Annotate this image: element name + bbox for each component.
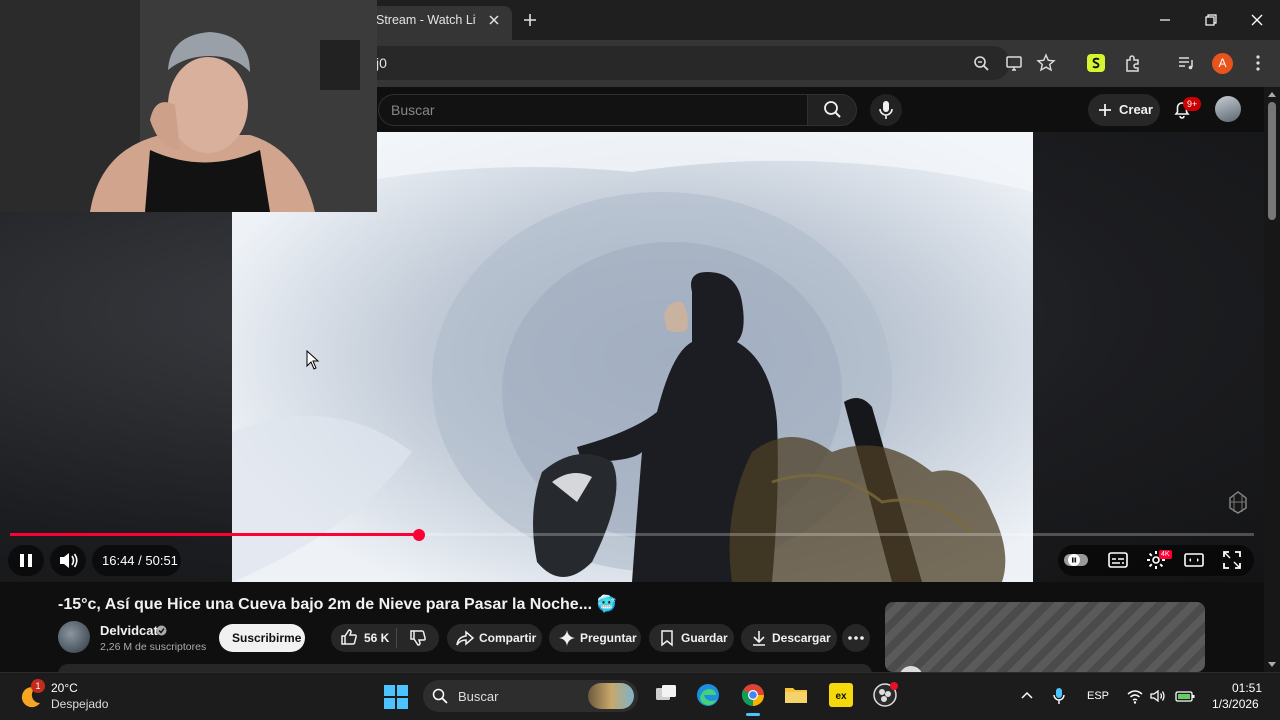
windows-start-icon[interactable] bbox=[383, 684, 409, 710]
scroll-up-icon[interactable] bbox=[1267, 90, 1277, 98]
weather-description[interactable]: Despejado bbox=[51, 697, 108, 711]
task-view-icon[interactable] bbox=[653, 682, 679, 708]
ask-label: Preguntar bbox=[580, 631, 637, 645]
sparkle-icon bbox=[557, 628, 577, 648]
share-icon bbox=[455, 628, 475, 648]
quality-badge: 4K bbox=[1159, 550, 1172, 559]
chrome-browser-icon[interactable] bbox=[740, 682, 766, 708]
notifications-badge: 9+ bbox=[1183, 97, 1202, 111]
sidebar-card[interactable] bbox=[885, 602, 1205, 672]
tab-title: Stream - Watch Live bbox=[376, 13, 476, 27]
user-avatar[interactable] bbox=[1215, 96, 1241, 122]
download-icon bbox=[749, 628, 769, 648]
minimize-icon[interactable] bbox=[1153, 8, 1177, 32]
time-display: 16:44 / 50:51 bbox=[102, 553, 178, 568]
weather-temperature[interactable]: 20°C bbox=[51, 681, 78, 695]
search-placeholder: Buscar bbox=[391, 102, 435, 118]
create-label: Crear bbox=[1119, 102, 1153, 117]
browser-menu-icon[interactable] bbox=[1247, 52, 1269, 74]
clock-time[interactable]: 01:51 bbox=[1232, 681, 1262, 695]
close-window-icon[interactable] bbox=[1245, 8, 1269, 32]
svg-text:ex: ex bbox=[835, 691, 847, 702]
bookmark-star-icon[interactable] bbox=[1035, 52, 1057, 74]
volume-button[interactable] bbox=[50, 545, 86, 576]
pause-button[interactable] bbox=[8, 545, 44, 576]
progress-scrubber[interactable] bbox=[413, 529, 425, 541]
extensions-puzzle-icon[interactable] bbox=[1122, 52, 1144, 74]
weather-badge: 1 bbox=[31, 679, 45, 693]
subtitles-icon[interactable] bbox=[1106, 548, 1130, 572]
more-actions-button[interactable] bbox=[842, 624, 870, 652]
search-highlight-image bbox=[588, 683, 634, 709]
microphone-icon[interactable] bbox=[1051, 686, 1067, 706]
speaker-icon[interactable] bbox=[1149, 687, 1167, 705]
subscribe-label: Suscribirme bbox=[232, 631, 302, 645]
address-bar[interactable] bbox=[360, 46, 1010, 80]
show-hidden-icons-icon[interactable] bbox=[1019, 688, 1035, 704]
obs-studio-icon[interactable] bbox=[872, 682, 898, 708]
save-bookmark-icon bbox=[657, 628, 677, 648]
taskbar-search-icon bbox=[431, 687, 449, 705]
scroll-down-icon[interactable] bbox=[1267, 661, 1277, 669]
restore-icon[interactable] bbox=[1199, 8, 1223, 32]
channel-name[interactable]: Delvidcat bbox=[100, 623, 158, 638]
download-label: Descargar bbox=[772, 631, 831, 645]
autoplay-toggle-icon[interactable] bbox=[1062, 548, 1090, 572]
dislike-icon[interactable] bbox=[408, 628, 428, 648]
progress-played bbox=[10, 533, 419, 536]
tab-close-icon[interactable] bbox=[486, 12, 502, 28]
share-label: Compartir bbox=[479, 631, 537, 645]
subscriber-count: 2,26 M de suscriptores bbox=[100, 641, 207, 653]
verified-badge-icon bbox=[156, 625, 167, 636]
wifi-icon[interactable] bbox=[1126, 687, 1144, 705]
save-label: Guardar bbox=[681, 631, 728, 645]
url-text: j0 bbox=[376, 55, 387, 71]
channel-watermark-icon[interactable] bbox=[1224, 488, 1252, 516]
file-explorer-icon[interactable] bbox=[783, 682, 809, 708]
battery-icon[interactable] bbox=[1174, 687, 1196, 705]
like-count[interactable]: 56 K bbox=[364, 631, 389, 645]
media-controls-icon[interactable] bbox=[1175, 52, 1197, 74]
exchange-app-icon[interactable]: ex bbox=[828, 682, 854, 708]
fullscreen-icon[interactable] bbox=[1220, 548, 1244, 572]
scrollbar-thumb[interactable] bbox=[1268, 102, 1276, 220]
taskbar-search-label: Buscar bbox=[458, 689, 499, 704]
voice-search-button[interactable] bbox=[870, 94, 902, 126]
extension-s-icon[interactable] bbox=[1085, 52, 1107, 74]
zoom-icon[interactable] bbox=[970, 52, 992, 74]
video-title: -15°c, Así que Hice una Cueva bajo 2m de… bbox=[58, 596, 617, 613]
search-input[interactable] bbox=[378, 94, 808, 126]
cast-icon[interactable] bbox=[1003, 52, 1025, 74]
clock-date[interactable]: 1/3/2026 bbox=[1212, 697, 1259, 711]
edge-browser-icon[interactable] bbox=[695, 682, 721, 708]
theater-mode-icon[interactable] bbox=[1182, 548, 1206, 572]
mouse-cursor-icon bbox=[306, 350, 320, 370]
channel-avatar[interactable] bbox=[58, 621, 90, 653]
like-icon[interactable] bbox=[339, 627, 359, 647]
new-tab-icon[interactable] bbox=[520, 10, 540, 30]
profile-avatar[interactable]: A bbox=[1212, 53, 1233, 74]
input-language[interactable]: ESP bbox=[1087, 690, 1109, 702]
active-app-indicator bbox=[746, 713, 760, 716]
like-divider bbox=[396, 628, 397, 648]
search-button[interactable] bbox=[807, 94, 857, 126]
webcam-overlay bbox=[0, 0, 377, 212]
